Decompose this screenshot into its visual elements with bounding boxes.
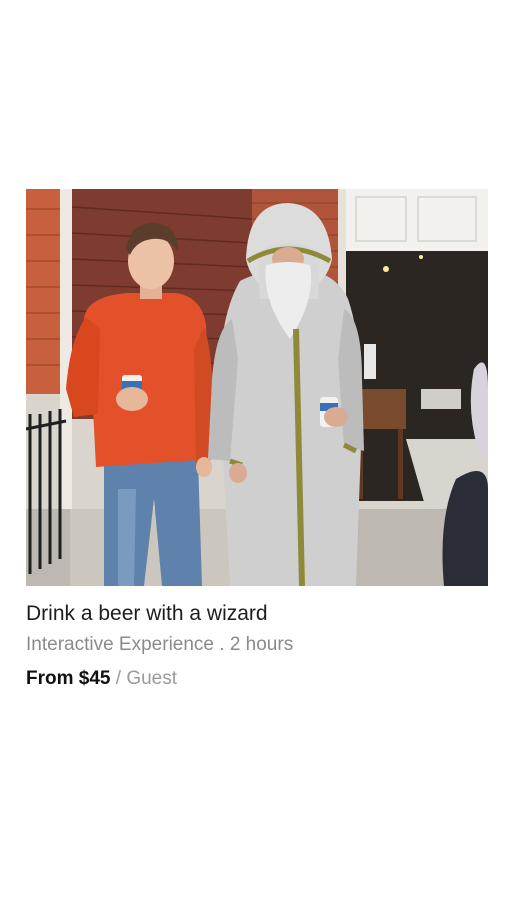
price-row: From $45 / Guest <box>26 666 488 692</box>
price-unit: Guest <box>126 668 178 689</box>
price-label: From $45 <box>26 668 111 689</box>
listing-photo[interactable] <box>26 189 488 586</box>
listing-subtitle: Interactive Experience . 2 hours <box>26 634 294 655</box>
listing-card[interactable]: Drink a beer with a wizard Interactive E… <box>26 189 488 692</box>
listing-title[interactable]: Drink a beer with a wizard <box>26 600 488 628</box>
price-separator: / <box>115 668 122 689</box>
